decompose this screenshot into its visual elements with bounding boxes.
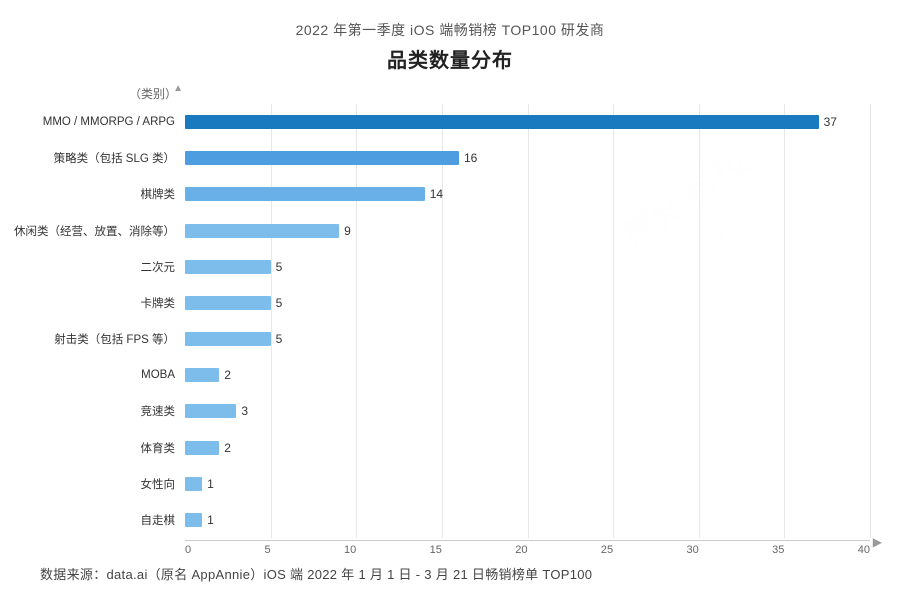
y-axis-title: （类别） ▲ xyxy=(30,85,185,102)
bar-fill: 37 xyxy=(185,115,819,129)
x-axis-label: 10 xyxy=(344,544,356,556)
bar-fill: 3 xyxy=(185,404,236,418)
bar-row: 2 xyxy=(185,357,870,393)
bar-label: 二次元 xyxy=(30,249,185,285)
bar-row: 14 xyxy=(185,176,870,212)
x-axis-label: 30 xyxy=(687,544,699,556)
main-title: 品类数量分布 xyxy=(387,44,513,73)
bar-label: 射击类（包括 FPS 等） xyxy=(30,321,185,357)
bar-value-label: 16 xyxy=(464,151,477,165)
bar-value-label: 9 xyxy=(344,224,351,238)
x-axis-label: 20 xyxy=(515,544,527,556)
page-container: 感知科技 Rit 2022 年第一季度 iOS 端畅销榜 TOP100 研发商 … xyxy=(0,0,900,593)
bar-value-label: 3 xyxy=(241,404,248,418)
bar-label: 竞速类 xyxy=(30,393,185,429)
bar-value-label: 1 xyxy=(207,513,214,527)
bar-value-label: 5 xyxy=(276,260,283,274)
x-axis-label: 5 xyxy=(265,544,271,556)
bar-value-label: 1 xyxy=(207,477,214,491)
bar-column: 371614955523211 xyxy=(185,104,870,538)
chart-area: （类别） ▲ MMO / MMORPG / ARPG策略类（包括 SLG 类）棋… xyxy=(30,85,870,556)
bar-value-label: 14 xyxy=(430,187,443,201)
x-axis-arrow-icon: ▶ xyxy=(873,535,882,549)
bar-row: 1 xyxy=(185,502,870,538)
bar-row: 2 xyxy=(185,430,870,466)
subtitle: 2022 年第一季度 iOS 端畅销榜 TOP100 研发商 xyxy=(296,20,605,40)
bar-row: 5 xyxy=(185,285,870,321)
bar-fill: 2 xyxy=(185,441,219,455)
x-axis-labels: ▶ 0510152025303540 xyxy=(185,540,870,556)
bar-label: 体育类 xyxy=(30,430,185,466)
bar-row: 9 xyxy=(185,213,870,249)
bar-label: 自走棋 xyxy=(30,502,185,538)
bar-value-label: 5 xyxy=(276,332,283,346)
bar-fill: 5 xyxy=(185,332,271,346)
bar-row: 16 xyxy=(185,140,870,176)
bar-value-label: 2 xyxy=(224,368,231,382)
bar-value-label: 37 xyxy=(824,115,837,129)
x-axis-spacer xyxy=(30,540,185,556)
footer-text: 数据来源：data.ai（原名 AppAnnie）iOS 端 2022 年 1 … xyxy=(30,564,870,583)
x-axis-label: 0 xyxy=(185,544,191,556)
bar-fill: 5 xyxy=(185,296,271,310)
bar-label: 策略类（包括 SLG 类） xyxy=(30,140,185,176)
bar-value-label: 5 xyxy=(276,296,283,310)
y-axis-arrow-icon: ▲ xyxy=(173,83,183,94)
x-axis-label: 40 xyxy=(858,544,870,556)
bar-fill: 1 xyxy=(185,513,202,527)
x-axis-label: 15 xyxy=(430,544,442,556)
label-column: MMO / MMORPG / ARPG策略类（包括 SLG 类）棋牌类休闲类（经… xyxy=(30,104,185,538)
bar-fill: 5 xyxy=(185,260,271,274)
bar-fill: 14 xyxy=(185,187,425,201)
bar-fill: 1 xyxy=(185,477,202,491)
bar-row: 3 xyxy=(185,393,870,429)
bar-value-label: 2 xyxy=(224,441,231,455)
bar-label: MMO / MMORPG / ARPG xyxy=(30,104,185,140)
bar-row: 37 xyxy=(185,104,870,140)
bar-row: 5 xyxy=(185,321,870,357)
bar-row: 1 xyxy=(185,466,870,502)
rows-and-grid: MMO / MMORPG / ARPG策略类（包括 SLG 类）棋牌类休闲类（经… xyxy=(30,104,870,538)
bar-fill: 9 xyxy=(185,224,339,238)
bar-label: 女性向 xyxy=(30,466,185,502)
bar-label: 卡牌类 xyxy=(30,285,185,321)
bar-fill: 16 xyxy=(185,151,459,165)
bar-label: MOBA xyxy=(30,357,185,393)
x-axis-area: ▶ 0510152025303540 xyxy=(30,540,870,556)
x-axis-label: 35 xyxy=(772,544,784,556)
y-axis-title-row: （类别） ▲ xyxy=(30,85,870,102)
bar-row: 5 xyxy=(185,249,870,285)
bar-label: 棋牌类 xyxy=(30,176,185,212)
bar-label: 休闲类（经营、放置、消除等） xyxy=(30,213,185,249)
x-axis-label: 25 xyxy=(601,544,613,556)
bar-fill: 2 xyxy=(185,368,219,382)
